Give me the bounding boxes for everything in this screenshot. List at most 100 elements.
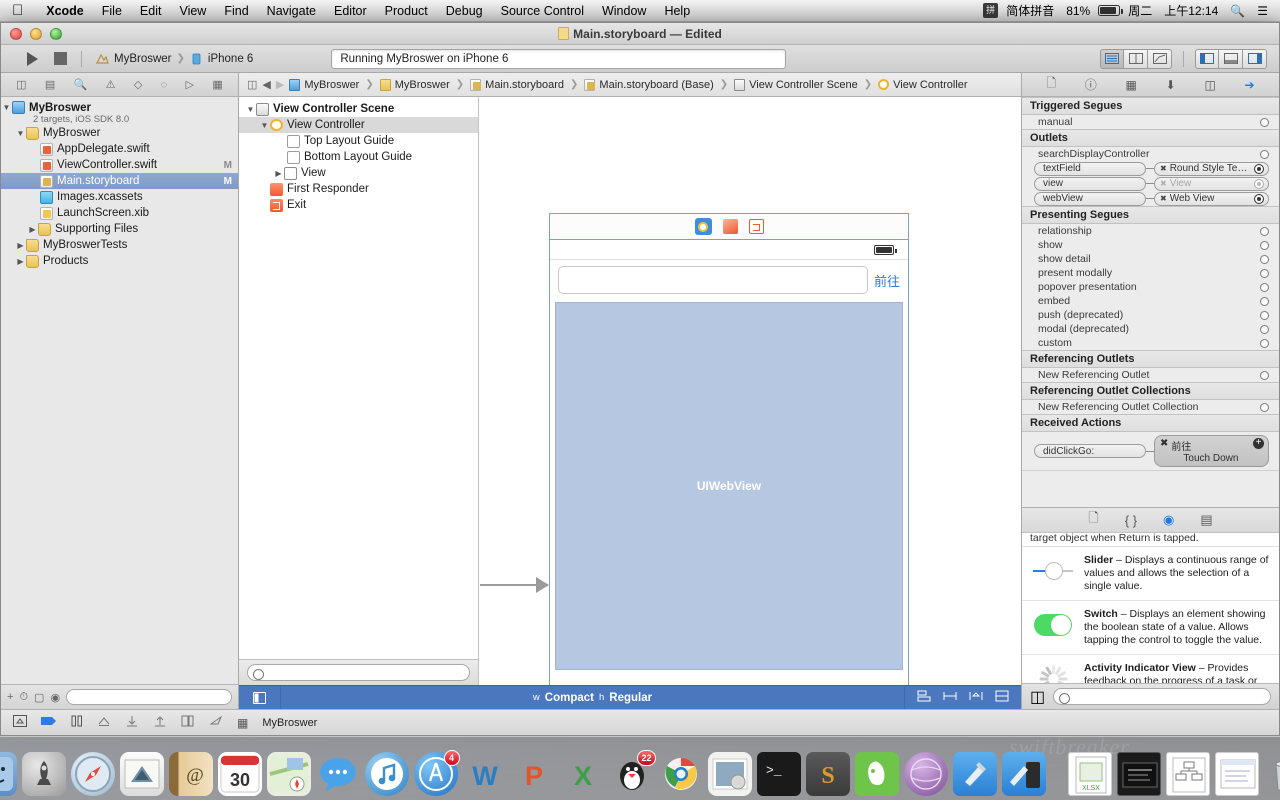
conn-row-embed[interactable]: embed [1022,294,1279,308]
quick-help-inspector-tab[interactable]: ⓘ [1085,76,1097,93]
menu-view[interactable]: View [170,4,215,18]
symbol-navigator-tab[interactable]: ▤ [45,78,55,91]
menu-xcode[interactable]: Xcode [37,4,93,18]
disconnect-icon[interactable]: ✖ [1160,438,1168,449]
dock-file-keynote-doc[interactable] [1116,752,1161,796]
dock-app-iphoto[interactable] [707,752,752,796]
menu-file[interactable]: File [93,4,131,18]
attributes-inspector-tab[interactable]: ⬇ [1166,78,1176,92]
connection-well[interactable] [1260,324,1269,334]
connection-well[interactable] [1260,282,1269,292]
clock-day[interactable]: 周二 [1122,2,1158,19]
conn-row-modal-deprecated[interactable]: modal (deprecated) [1022,322,1279,336]
connection-well[interactable] [1260,240,1269,250]
resolve-auto-layout-icon[interactable] [97,715,111,730]
code-snippet-library-tab[interactable]: { } [1125,513,1137,528]
menu-navigate[interactable]: Navigate [258,4,325,18]
library-item-activity-indicator[interactable]: Activity Indicator View – Provides feedb… [1022,655,1279,683]
related-items-icon[interactable]: ◫ [247,78,257,91]
dock-app-preview[interactable] [903,752,948,796]
conn-row-new-referencing-outlet-collection[interactable]: New Referencing Outlet Collection [1022,400,1279,414]
forward-button[interactable]: ▶ [276,78,284,91]
apple-menu-icon[interactable]:  [12,3,23,18]
nav-item-images-xcassets[interactable]: Images.xcassets [1,189,238,205]
breadcrumb-item-view-controller[interactable]: View Controller [878,79,968,91]
debug-navigator-tab[interactable]: ◌ [161,79,168,91]
disclosure-triangle-icon[interactable]: ▶ [15,241,26,250]
media-library-tab[interactable]: ▤ [1200,512,1212,528]
conn-row-relationship[interactable]: relationship [1022,224,1279,238]
project-navigator-tab[interactable]: ◫ [16,78,26,91]
dock-app-messages[interactable] [316,752,360,796]
test-navigator-tab[interactable]: ◇ [134,78,142,91]
connection-well[interactable] [1260,338,1269,348]
dock-trash[interactable] [1264,752,1280,796]
dock-app-xcode-simulator[interactable] [1001,752,1046,796]
variations-icon[interactable] [181,715,195,730]
disclosure-triangle-icon[interactable]: ▼ [259,121,270,130]
connection-well[interactable] [1260,402,1269,412]
add-connection-icon[interactable]: + [1253,438,1264,449]
back-button[interactable]: ◀ [262,78,270,91]
disconnect-icon[interactable]: ✖ [1160,194,1167,203]
outlet-target[interactable]: ✖ Round Style Te… [1154,161,1269,176]
action-target[interactable]: ✖ 前往 Touch Down + [1154,435,1269,467]
resolve-issues-icon[interactable] [969,690,983,705]
issue-navigator-tab[interactable]: ⚠ [106,78,116,91]
view-controller-scene[interactable]: 前往 UIWebView [480,213,909,685]
add-icon[interactable]: + [7,691,13,703]
dock-app-xcode[interactable] [952,752,997,796]
outline-item-top-layout-guide[interactable]: Top Layout Guide [239,133,478,149]
outline-item-view-controller[interactable]: ▼ View Controller [239,117,478,133]
outline-item-scene[interactable]: ▼ View Controller Scene [239,101,478,117]
outlet-target[interactable]: ✖ View [1154,176,1269,191]
dock-app-contacts[interactable]: @ [168,752,213,796]
disconnect-icon[interactable]: ✖ [1160,179,1167,188]
outline-item-exit[interactable]: Exit [239,197,478,213]
dock-file-diagram-doc[interactable] [1165,752,1210,796]
ime-label[interactable]: 简体拼音 [1000,2,1060,19]
breadcrumb-item-storyboard[interactable]: Main.storyboard [470,78,564,91]
standard-editor-button[interactable] [1100,48,1124,69]
notification-center-icon[interactable]: ☰ [1251,4,1274,18]
dock-app-chrome[interactable] [659,752,703,796]
dock-app-word[interactable]: W [463,752,507,796]
url-text-field[interactable] [558,266,868,294]
breadcrumb-item-scene[interactable]: View Controller Scene [734,78,858,91]
menu-debug[interactable]: Debug [437,4,492,18]
object-library-tab[interactable]: ◉ [1163,512,1174,528]
connection-well[interactable] [1260,149,1269,159]
nav-item-mybroswer-folder[interactable]: ▼ MyBroswer [1,125,238,141]
connection-well[interactable] [1260,254,1269,264]
dock-app-safari[interactable] [70,752,115,796]
disclosure-triangle-icon[interactable]: ▶ [273,169,284,178]
dock-app-powerpoint[interactable]: P [512,752,556,796]
dock-app-excel[interactable]: X [561,752,605,796]
connection-well[interactable] [1260,117,1269,127]
connection-well[interactable] [1260,226,1269,236]
connection-well[interactable] [1254,193,1264,204]
outlet-target[interactable]: ✖ Web View [1154,191,1269,206]
disclosure-triangle-icon[interactable]: ▼ [15,129,26,138]
file-template-library-tab[interactable]: 🗋 [1088,509,1098,531]
pin-icon[interactable] [943,690,957,705]
disconnect-icon[interactable]: ✖ [1160,164,1167,173]
conn-row-new-referencing-outlet[interactable]: New Referencing Outlet [1022,368,1279,382]
nav-item-supporting-files[interactable]: ▶ Supporting Files [1,221,238,237]
utilities-toggle-button[interactable] [1243,48,1267,69]
connection-well[interactable] [1260,296,1269,306]
dock-app-terminal[interactable]: >_ [756,752,801,796]
battery-percent[interactable]: 81% [1060,4,1096,18]
breadcrumb-item-project[interactable]: MyBroswer [289,78,359,91]
dock-app-maps[interactable] [266,752,311,796]
scheme-selector[interactable]: MyBroswer ❯ iPhone 6 [96,53,253,65]
source-control-filter-icon[interactable]: ▢ [34,691,44,704]
library-filter-input[interactable] [1053,688,1271,705]
connection-well[interactable] [1260,370,1269,380]
resizing-behavior-icon[interactable] [995,690,1009,705]
size-class-selector[interactable]: w Compact h Regular [281,686,904,709]
report-navigator-tab[interactable]: ▦ [212,78,222,91]
assistant-editor-button[interactable] [1124,48,1148,69]
conn-row-manual[interactable]: manual [1022,115,1279,129]
breadcrumb-item-group[interactable]: MyBroswer [379,78,450,91]
